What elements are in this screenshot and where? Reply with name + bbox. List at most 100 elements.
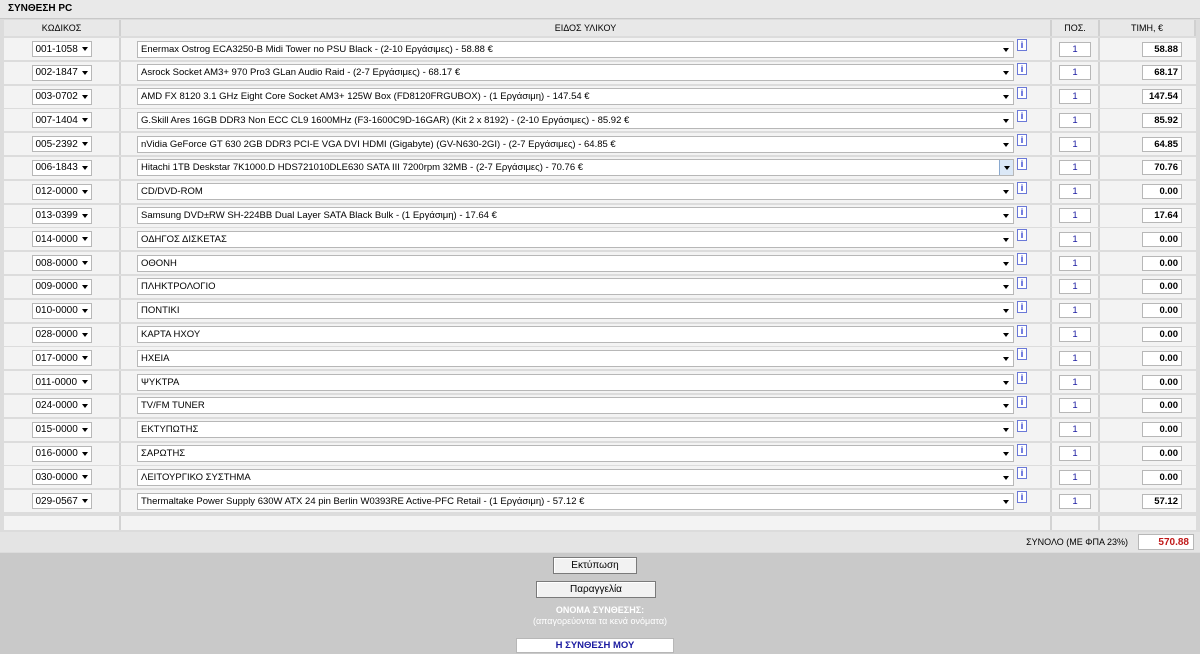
code-select[interactable]: 007-1404 (31, 112, 92, 129)
code-select[interactable]: 002-1847 (31, 64, 92, 81)
code-select[interactable]: 013-0399 (31, 207, 92, 224)
code-select[interactable]: 030-0000 (31, 469, 92, 486)
item-select[interactable]: nVidia GeForce GT 630 2GB DDR3 PCI-E VGA… (137, 135, 1014, 153)
quantity-input[interactable]: 1 (1059, 446, 1091, 462)
code-select[interactable]: 005-2392 (31, 136, 92, 153)
info-icon[interactable]: i (1017, 110, 1027, 123)
quantity-input[interactable]: 1 (1059, 112, 1091, 128)
item-select[interactable]: Hitachi 1TB Deskstar 7K1000.D HDS721010D… (137, 159, 1014, 177)
quantity-input[interactable]: 1 (1059, 41, 1091, 57)
table-row: 002-1847 Asrock Socket AM3+ 970 Pro3 GLan… (4, 61, 1196, 84)
item-select[interactable]: Enermax Ostrog ECA3250-B Midi Tower no P… (137, 40, 1014, 58)
info-icon[interactable]: i (1017, 253, 1027, 266)
quantity-input[interactable]: 1 (1059, 469, 1091, 485)
info-icon[interactable]: i (1017, 395, 1027, 408)
price-cell: 58.88 (1100, 38, 1196, 60)
item-select[interactable]: ΣΑΡΩΤΗΣ (137, 445, 1014, 463)
quantity-input[interactable]: 1 (1059, 279, 1091, 295)
quantity-input[interactable]: 1 (1059, 208, 1091, 224)
item-select[interactable]: CD/DVD-ROM (137, 183, 1014, 201)
code-value: 017-0000 (35, 352, 78, 364)
quantity-input[interactable]: 1 (1059, 422, 1091, 438)
code-select[interactable]: 017-0000 (31, 350, 92, 367)
info-icon[interactable]: i (1017, 467, 1027, 480)
info-icon[interactable]: i (1017, 157, 1027, 170)
info-icon[interactable]: i (1017, 324, 1027, 337)
quantity-input[interactable]: 1 (1059, 255, 1091, 271)
quantity-input[interactable]: 1 (1059, 493, 1091, 509)
item-select[interactable]: G.Skill Ares 16GB DDR3 Non ECC CL9 1600M… (137, 111, 1014, 129)
code-select[interactable]: 010-0000 (31, 302, 92, 319)
code-select[interactable]: 001-1058 (31, 41, 92, 57)
info-icon[interactable]: i (1017, 229, 1027, 242)
info-icon[interactable]: i (1017, 348, 1027, 361)
code-select[interactable]: 011-0000 (31, 374, 92, 391)
info-icon[interactable]: i (1017, 372, 1027, 385)
item-select[interactable]: ΠΛΗΚΤΡΟΛΟΓΙΟ (137, 278, 1014, 296)
price-value: 57.12 (1142, 493, 1182, 509)
code-select[interactable]: 009-0000 (31, 278, 92, 295)
code-select[interactable]: 029-0567 (31, 493, 92, 510)
order-button[interactable]: Παραγγελία (536, 581, 656, 598)
header-code: ΚΩΔΙΚΟΣ (4, 20, 121, 36)
info-icon[interactable]: i (1017, 181, 1027, 194)
code-select[interactable]: 015-0000 (31, 421, 92, 438)
item-select[interactable]: ΨΥΚΤΡΑ (137, 373, 1014, 391)
item-select[interactable]: Thermaltake Power Supply 630W ATX 24 pin… (137, 492, 1014, 510)
qty-cell: 1 (1052, 275, 1100, 298)
code-value: 015-0000 (35, 424, 78, 436)
code-select[interactable]: 003-0702 (31, 88, 92, 105)
code-select[interactable]: 016-0000 (31, 445, 92, 462)
quantity-input[interactable]: 1 (1059, 231, 1091, 247)
info-icon[interactable]: i (1017, 300, 1027, 313)
quantity-input[interactable]: 1 (1059, 65, 1091, 81)
info-icon[interactable]: i (1017, 134, 1027, 147)
item-select[interactable]: Samsung DVD±RW SH-224BB Dual Layer SATA … (137, 207, 1014, 225)
quantity-input[interactable]: 1 (1059, 398, 1091, 414)
code-select[interactable]: 024-0000 (31, 397, 92, 414)
info-icon[interactable]: i (1017, 276, 1027, 289)
item-value: ΕΚΤΥΠΩΤΗΣ (141, 424, 199, 436)
quantity-input[interactable]: 1 (1059, 136, 1091, 152)
item-value: CD/DVD-ROM (141, 186, 203, 198)
build-name-input[interactable]: Η ΣΥΝΘΕΣΗ ΜΟΥ (516, 638, 674, 653)
quantity-input[interactable]: 1 (1059, 303, 1091, 319)
item-value: ΛΕΙΤΟΥΡΓΙΚΟ ΣΥΣΤΗΜΑ (141, 471, 251, 483)
info-icon[interactable]: i (1017, 491, 1027, 504)
code-cell: 011-0000 (4, 371, 121, 394)
info-icon[interactable]: i (1017, 419, 1027, 432)
print-button[interactable]: Εκτύπωση (553, 557, 637, 574)
code-select[interactable]: 008-0000 (31, 255, 92, 272)
quantity-input[interactable]: 1 (1059, 327, 1091, 343)
code-select[interactable]: 006-1843 (31, 159, 92, 176)
item-select[interactable]: Asrock Socket AM3+ 970 Pro3 GLan Audio R… (137, 64, 1014, 82)
item-select[interactable]: ΗΧΕΙΑ (137, 349, 1014, 367)
code-select[interactable]: 014-0000 (31, 231, 92, 248)
quantity-input[interactable]: 1 (1059, 374, 1091, 390)
code-select[interactable]: 028-0000 (31, 326, 92, 343)
qty-cell: 1 (1052, 228, 1100, 251)
info-icon[interactable]: i (1017, 443, 1027, 456)
item-select[interactable]: ΕΚΤΥΠΩΤΗΣ (137, 421, 1014, 439)
chevron-down-icon (1004, 166, 1010, 171)
item-select[interactable]: ΚΑΡΤΑ ΗΧΟΥ (137, 326, 1014, 344)
code-select[interactable]: 012-0000 (31, 183, 92, 200)
total-value: 570.88 (1138, 534, 1194, 550)
quantity-input[interactable]: 1 (1059, 184, 1091, 200)
info-icon[interactable]: i (1017, 86, 1027, 99)
item-select[interactable]: TV/FM TUNER (137, 397, 1014, 415)
price-value: 147.54 (1142, 89, 1182, 105)
quantity-input[interactable]: 1 (1059, 89, 1091, 105)
quantity-input[interactable]: 1 (1059, 160, 1091, 176)
item-select[interactable]: ΠΟΝΤΙΚΙ (137, 302, 1014, 320)
chevron-down-icon (81, 261, 88, 266)
quantity-input[interactable]: 1 (1059, 350, 1091, 366)
item-select[interactable]: ΟΔΗΓΟΣ ΔΙΣΚΕΤΑΣ (137, 230, 1014, 248)
code-cell: 001-1058 (4, 38, 121, 60)
info-icon[interactable]: i (1017, 39, 1027, 51)
item-select[interactable]: ΟΘΟΝΗ (137, 254, 1014, 272)
item-select[interactable]: ΛΕΙΤΟΥΡΓΙΚΟ ΣΥΣΤΗΜΑ (137, 468, 1014, 486)
item-select[interactable]: AMD FX 8120 3.1 GHz Eight Core Socket AM… (137, 88, 1014, 106)
info-icon[interactable]: i (1017, 205, 1027, 218)
info-icon[interactable]: i (1017, 62, 1027, 75)
